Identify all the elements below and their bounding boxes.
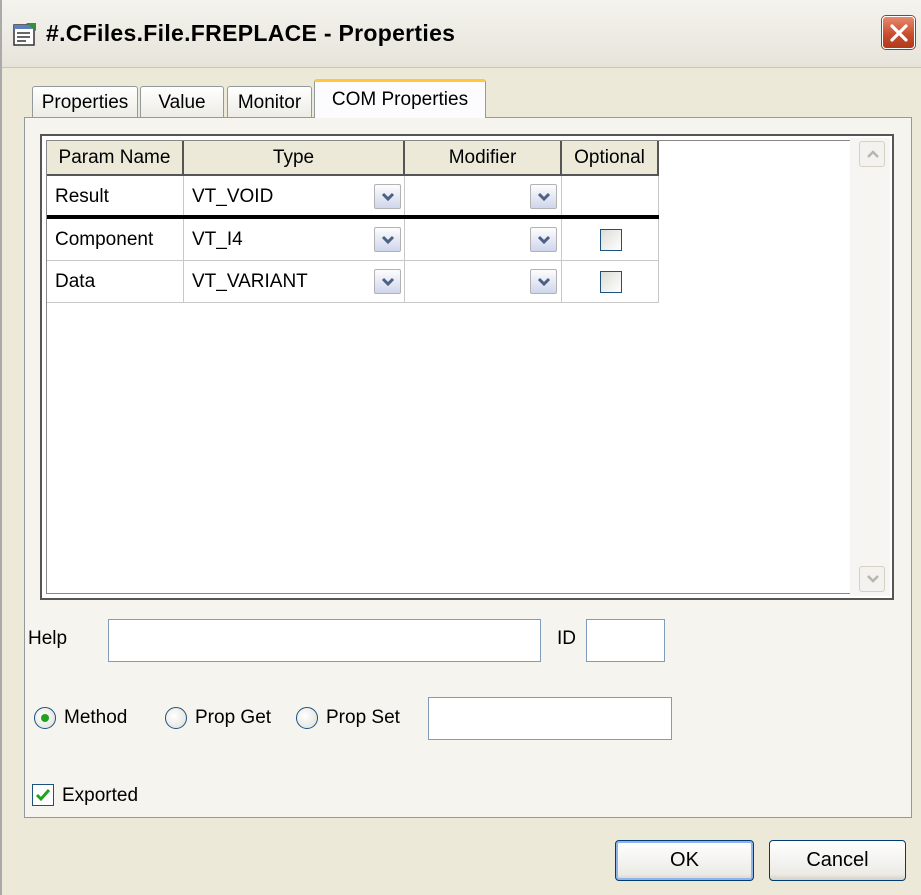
- cell-type-value: VT_I4: [192, 228, 243, 250]
- optional-checkbox[interactable]: [600, 229, 622, 251]
- tab-label: Monitor: [237, 91, 302, 113]
- tab-properties[interactable]: Properties: [32, 86, 138, 118]
- cell-type[interactable]: VT_I4: [184, 219, 405, 261]
- chevron-down-icon: [537, 192, 551, 202]
- chevron-down-icon: [537, 277, 551, 287]
- col-header-optional[interactable]: Optional: [562, 141, 659, 176]
- arrow-down-icon: [867, 575, 879, 583]
- cell-optional: [562, 176, 659, 218]
- window-title: #.CFiles.File.FREPLACE - Properties: [46, 20, 456, 46]
- cell-type[interactable]: VT_VOID: [184, 176, 405, 218]
- chevron-down-icon: [381, 277, 395, 287]
- param-grid: Param Name Type Modifier Optional Result…: [40, 134, 894, 600]
- type-dropdown-button[interactable]: [374, 184, 401, 209]
- prop-set-radio[interactable]: [296, 707, 318, 729]
- tab-label: Properties: [41, 91, 129, 113]
- modifier-dropdown-button[interactable]: [530, 184, 557, 209]
- scroll-down-button[interactable]: [859, 566, 885, 592]
- tab-value[interactable]: Value: [140, 86, 224, 118]
- type-dropdown-button[interactable]: [374, 269, 401, 294]
- prop-set-radio-label[interactable]: Prop Set: [326, 707, 400, 729]
- exported-label[interactable]: Exported: [62, 785, 138, 807]
- chevron-down-icon: [537, 235, 551, 245]
- prop-get-radio[interactable]: [165, 707, 187, 729]
- chevron-down-icon: [381, 192, 395, 202]
- method-radio-label[interactable]: Method: [64, 707, 127, 729]
- cell-type-value: VT_VARIANT: [192, 270, 308, 292]
- cell-type[interactable]: VT_VARIANT: [184, 261, 405, 303]
- col-header-type[interactable]: Type: [184, 141, 405, 176]
- prop-name-input[interactable]: [428, 697, 672, 740]
- tab-monitor[interactable]: Monitor: [227, 86, 312, 118]
- check-mark-icon: [35, 789, 51, 802]
- cell-param-name[interactable]: Result: [47, 176, 184, 218]
- modifier-dropdown-button[interactable]: [530, 269, 557, 294]
- method-radio[interactable]: [34, 707, 56, 729]
- exported-checkbox[interactable]: [32, 784, 54, 806]
- ok-button[interactable]: OK: [615, 840, 754, 881]
- help-input[interactable]: [108, 619, 541, 662]
- help-label: Help: [28, 628, 68, 649]
- cell-param-name[interactable]: Data: [47, 261, 184, 303]
- tab-com-properties[interactable]: COM Properties: [314, 79, 486, 118]
- cancel-button[interactable]: Cancel: [769, 840, 906, 881]
- prop-get-radio-label[interactable]: Prop Get: [195, 707, 271, 729]
- cell-param-name[interactable]: Component: [47, 219, 184, 261]
- close-button[interactable]: [882, 16, 915, 49]
- chevron-down-icon: [381, 235, 395, 245]
- modifier-dropdown-button[interactable]: [530, 227, 557, 252]
- tab-label: Value: [158, 91, 206, 113]
- scroll-up-button[interactable]: [859, 141, 885, 167]
- grid-vertical-scrollbar[interactable]: [850, 138, 890, 596]
- cell-type-value: VT_VOID: [192, 185, 274, 207]
- id-input[interactable]: [586, 619, 665, 662]
- arrow-up-icon: [867, 150, 879, 158]
- col-header-modifier[interactable]: Modifier: [405, 141, 562, 176]
- col-header-param-name[interactable]: Param Name: [47, 141, 184, 176]
- id-label: ID: [557, 628, 576, 649]
- tab-label: COM Properties: [331, 89, 469, 110]
- close-x-icon: [890, 24, 908, 42]
- optional-checkbox[interactable]: [600, 271, 622, 293]
- grid-body: Param Name Type Modifier Optional Result…: [46, 140, 856, 594]
- properties-document-icon: [12, 21, 38, 47]
- title-bar[interactable]: #.CFiles.File.FREPLACE - Properties: [2, 0, 921, 68]
- type-dropdown-button[interactable]: [374, 227, 401, 252]
- properties-dialog: #.CFiles.File.FREPLACE - Properties Prop…: [0, 0, 921, 895]
